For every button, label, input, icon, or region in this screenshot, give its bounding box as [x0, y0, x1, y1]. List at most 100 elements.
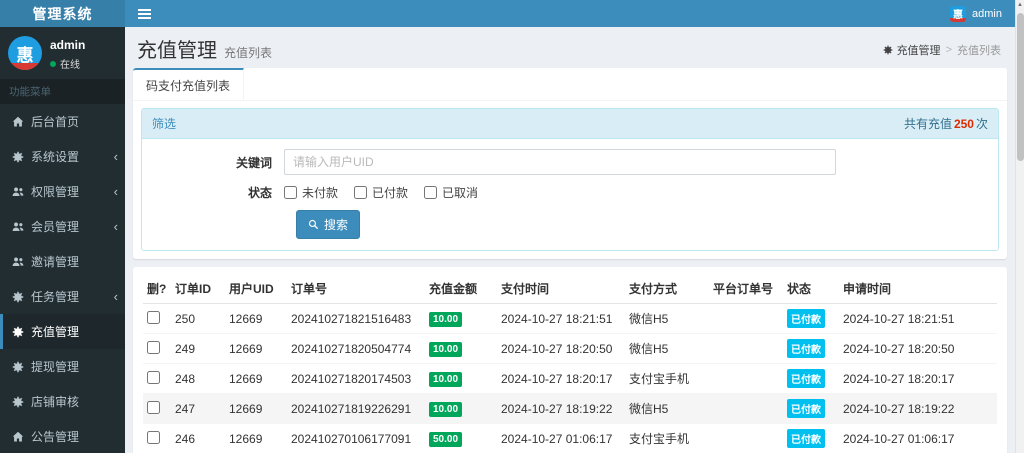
- cell-order-no: 202410270106177091: [287, 423, 425, 453]
- sidebar-item-5[interactable]: 任务管理 ‹: [0, 279, 125, 314]
- chevron-left-icon: ‹: [113, 184, 118, 199]
- cell-pay-time: 2024-10-27 18:20:50: [497, 333, 625, 364]
- cell-order-no: 202410271821516483: [291, 311, 412, 326]
- cell-select: [143, 333, 171, 364]
- tab-recharge-list[interactable]: 码支付充值列表: [133, 68, 245, 100]
- status-option-2[interactable]: 已取消: [424, 184, 478, 201]
- cell-platform-order-no: [709, 393, 783, 424]
- cell-amount: 10.00: [425, 363, 497, 394]
- sidebar-item-4[interactable]: 邀请管理: [0, 244, 125, 279]
- status-checkbox-1[interactable]: [354, 186, 368, 199]
- content: 充值管理 充值列表 充值管理 > 充值列表 码支付充值列表 筛选 共有充值 250 次: [125, 27, 1015, 453]
- cell-platform-order-no: [709, 304, 783, 334]
- sidebar-menu: 后台首页 系统设置 ‹ 权限管理 ‹ 会员管理 ‹ 邀请管理 任务管理 ‹ 充值…: [0, 104, 125, 453]
- scroll-up-icon[interactable]: ▲: [1016, 0, 1024, 11]
- col-header-3: 订单号: [287, 274, 425, 304]
- cogs-icon: [12, 396, 24, 408]
- status-badge: 已付款: [787, 369, 825, 388]
- cell-order-id: 248: [171, 363, 225, 394]
- cogs-icon: [12, 326, 24, 338]
- cell-amount: 10.00: [425, 304, 497, 334]
- cell-pay-method: 微信H5: [629, 312, 669, 326]
- table-box: 删? 订单ID 用户UID 订单号 充值金额 支付时间 支付方式 平台订单号 状态 申请时间 25…: [133, 267, 1007, 453]
- sidebar-item-6[interactable]: 充值管理: [0, 314, 125, 349]
- table-row: 250 12669 202410271821516483 10.00 2024-…: [143, 304, 997, 334]
- page-subtitle: 充值列表: [224, 46, 273, 60]
- cell-select: [143, 363, 171, 394]
- sidebar: 惠 admin 在线 功能菜单 后台首页 系统设置 ‹ 权限管理 ‹ 会员管理 …: [0, 27, 125, 453]
- status-checkbox-group: 未付款 已付款 已取消: [284, 184, 478, 201]
- cell-order-id: 247: [171, 393, 225, 424]
- navbar-username: admin: [972, 7, 1002, 20]
- cell-status: 已付款: [783, 423, 839, 453]
- col-header-9: 申请时间: [839, 274, 997, 304]
- amount-badge: 50.00: [429, 431, 463, 447]
- cell-user-uid: 12669: [225, 423, 287, 453]
- chevron-left-icon: ‹: [113, 219, 118, 234]
- cell-select: [143, 304, 171, 334]
- amount-badge: 10.00: [429, 311, 463, 327]
- cell-order-no: 202410271819226291: [287, 393, 425, 424]
- status-label: 状态: [247, 186, 272, 200]
- navbar: 惠 admin: [125, 0, 1024, 27]
- recharge-table: 删? 订单ID 用户UID 订单号 充值金额 支付时间 支付方式 平台订单号 状态 申请时间 25…: [143, 274, 997, 453]
- sidebar-menu-header: 功能菜单: [0, 79, 125, 104]
- sidebar-toggle-icon[interactable]: [125, 0, 163, 27]
- col-header-4: 充值金额: [425, 274, 497, 304]
- col-header-2: 用户UID: [225, 274, 287, 304]
- cell-user-uid: 12669: [229, 311, 263, 326]
- sidebar-item-3[interactable]: 会员管理 ‹: [0, 209, 125, 244]
- row-checkbox[interactable]: [147, 340, 160, 354]
- keyword-label: 关键词: [235, 155, 272, 170]
- sidebar-item-7[interactable]: 提现管理: [0, 349, 125, 384]
- online-status-label: 在线: [60, 60, 80, 71]
- row-checkbox[interactable]: [147, 310, 160, 324]
- cell-pay-method: 支付宝手机: [625, 423, 709, 453]
- cell-apply-time: 2024-10-27 18:19:22: [839, 393, 997, 424]
- online-status-icon: [50, 60, 56, 67]
- search-button[interactable]: 搜索: [296, 210, 361, 239]
- cell-pay-time: 2024-10-27 18:20:17: [497, 363, 625, 394]
- status-checkbox-2[interactable]: [424, 186, 438, 199]
- row-checkbox[interactable]: [147, 430, 160, 444]
- status-badge: 已付款: [787, 399, 825, 418]
- home-icon: [12, 116, 24, 128]
- status-option-0[interactable]: 未付款: [284, 184, 338, 201]
- sidebar-item-1[interactable]: 系统设置 ‹: [0, 139, 125, 174]
- keyword-input[interactable]: [284, 149, 836, 175]
- sidebar-item-9[interactable]: 公告管理: [0, 419, 125, 453]
- tab-box: 码支付充值列表 筛选 共有充值250次 关键词 状态 未付: [133, 68, 1007, 259]
- sidebar-item-2[interactable]: 权限管理 ‹: [0, 174, 125, 209]
- col-header-6: 支付方式: [625, 274, 709, 304]
- cell-amount: 10.00: [425, 333, 497, 364]
- cell-platform-order-no: [709, 333, 783, 364]
- breadcrumb-link[interactable]: 充值管理: [883, 42, 941, 58]
- status-badge: 已付款: [787, 429, 825, 448]
- search-icon: [308, 219, 319, 230]
- sidebar-item-0[interactable]: 后台首页: [0, 104, 125, 139]
- total-count-value: 250: [953, 117, 974, 131]
- row-checkbox[interactable]: [147, 400, 160, 414]
- row-checkbox[interactable]: [147, 370, 160, 384]
- filter-panel-title[interactable]: 筛选: [152, 115, 176, 132]
- status-checkbox-0[interactable]: [284, 186, 297, 199]
- page-scrollbar[interactable]: ▲: [1015, 0, 1024, 453]
- user-avatar: 惠: [8, 36, 42, 70]
- sidebar-item-8[interactable]: 店铺审核: [0, 384, 125, 419]
- status-option-1[interactable]: 已付款: [354, 184, 408, 201]
- breadcrumb-separator: >: [945, 44, 952, 56]
- cell-order-id: 246: [171, 423, 225, 453]
- chevron-left-icon: ‹: [113, 149, 118, 164]
- cell-select: [143, 423, 171, 453]
- scrollbar-thumb[interactable]: [1017, 13, 1024, 161]
- home-icon: [12, 431, 24, 443]
- brand-logo[interactable]: 管理系统: [0, 0, 125, 27]
- amount-badge: 10.00: [429, 401, 463, 417]
- page-title: 充值管理: [137, 40, 217, 62]
- cell-platform-order-no: [709, 363, 783, 394]
- status-badge: 已付款: [787, 339, 825, 358]
- sidebar-username: admin: [50, 38, 86, 52]
- cell-select: [143, 393, 171, 424]
- navbar-user-menu[interactable]: 惠 admin: [944, 0, 1008, 27]
- cell-apply-time: 2024-10-27 01:06:17: [839, 423, 997, 453]
